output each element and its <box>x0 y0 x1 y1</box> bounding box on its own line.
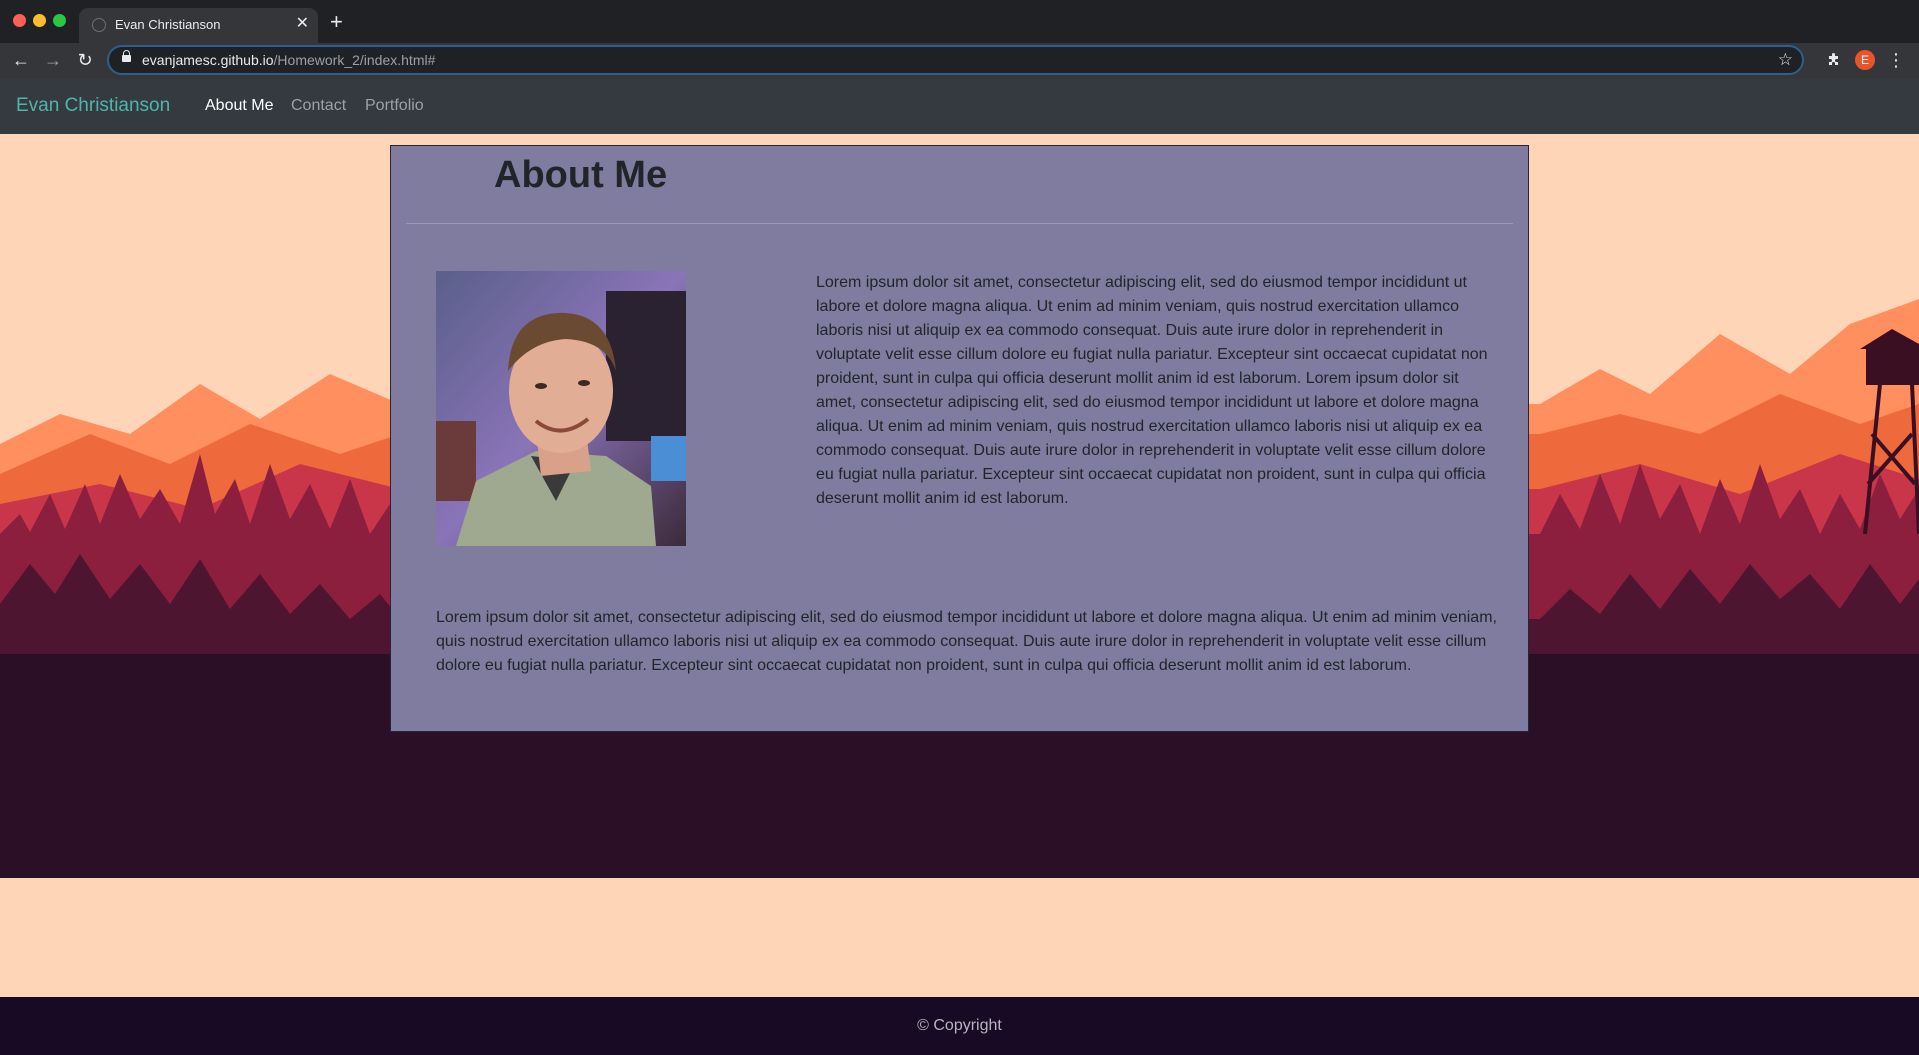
about-me-card: About Me Lorem ipsum dolor sit amet, con… <box>390 145 1529 732</box>
url-text: evanjamesc.github.io/Homework_2/index.ht… <box>142 52 435 68</box>
profile-photo <box>436 271 686 546</box>
close-window-button[interactable] <box>13 14 26 27</box>
site-footer: © Copyright <box>0 997 1919 1055</box>
browser-toolbar: ← → ↻ evanjamesc.github.io/Homework_2/in… <box>0 43 1919 79</box>
web-page: Evan Christianson About Me Contact Portf… <box>0 79 1919 1055</box>
maximize-window-button[interactable] <box>53 14 66 27</box>
about-paragraph-1: Lorem ipsum dolor sit amet, consectetur … <box>816 274 1488 507</box>
heading-divider <box>406 223 1513 224</box>
site-brand-link[interactable]: Evan Christianson <box>16 95 170 117</box>
browser-tab-bar: Evan Christianson ✕ + <box>0 0 1919 43</box>
forward-arrow-icon[interactable]: → <box>42 49 64 71</box>
kebab-menu-icon[interactable]: ⋮ <box>1887 49 1905 71</box>
puzzle-icon[interactable] <box>1825 51 1843 69</box>
site-navbar: Evan Christianson About Me Contact Portf… <box>0 79 1919 134</box>
star-icon[interactable]: ☆ <box>1778 50 1793 70</box>
globe-icon <box>92 18 106 32</box>
browser-tab[interactable]: Evan Christianson ✕ <box>79 8 318 43</box>
about-paragraph-2: Lorem ipsum dolor sit amet, consectetur … <box>436 609 1497 674</box>
address-bar[interactable]: evanjamesc.github.io/Homework_2/index.ht… <box>107 45 1804 75</box>
url-host: evanjamesc.github.io <box>142 52 274 68</box>
nav-link-portfolio[interactable]: Portfolio <box>365 97 424 115</box>
copyright-text: © Copyright <box>917 1017 1002 1034</box>
back-arrow-icon[interactable]: ← <box>10 49 32 71</box>
tab-title: Evan Christianson <box>115 17 221 32</box>
plus-icon[interactable]: + <box>330 11 343 33</box>
profile-avatar[interactable]: E <box>1855 50 1875 70</box>
page-title: About Me <box>494 154 668 196</box>
reload-icon[interactable]: ↻ <box>74 49 96 71</box>
nav-link-contact[interactable]: Contact <box>291 97 346 115</box>
url-path: /Homework_2/index.html# <box>273 52 436 68</box>
lock-icon[interactable] <box>122 50 131 65</box>
minimize-window-button[interactable] <box>33 14 46 27</box>
nav-link-about-me[interactable]: About Me <box>205 97 273 115</box>
close-icon[interactable]: ✕ <box>296 15 309 33</box>
